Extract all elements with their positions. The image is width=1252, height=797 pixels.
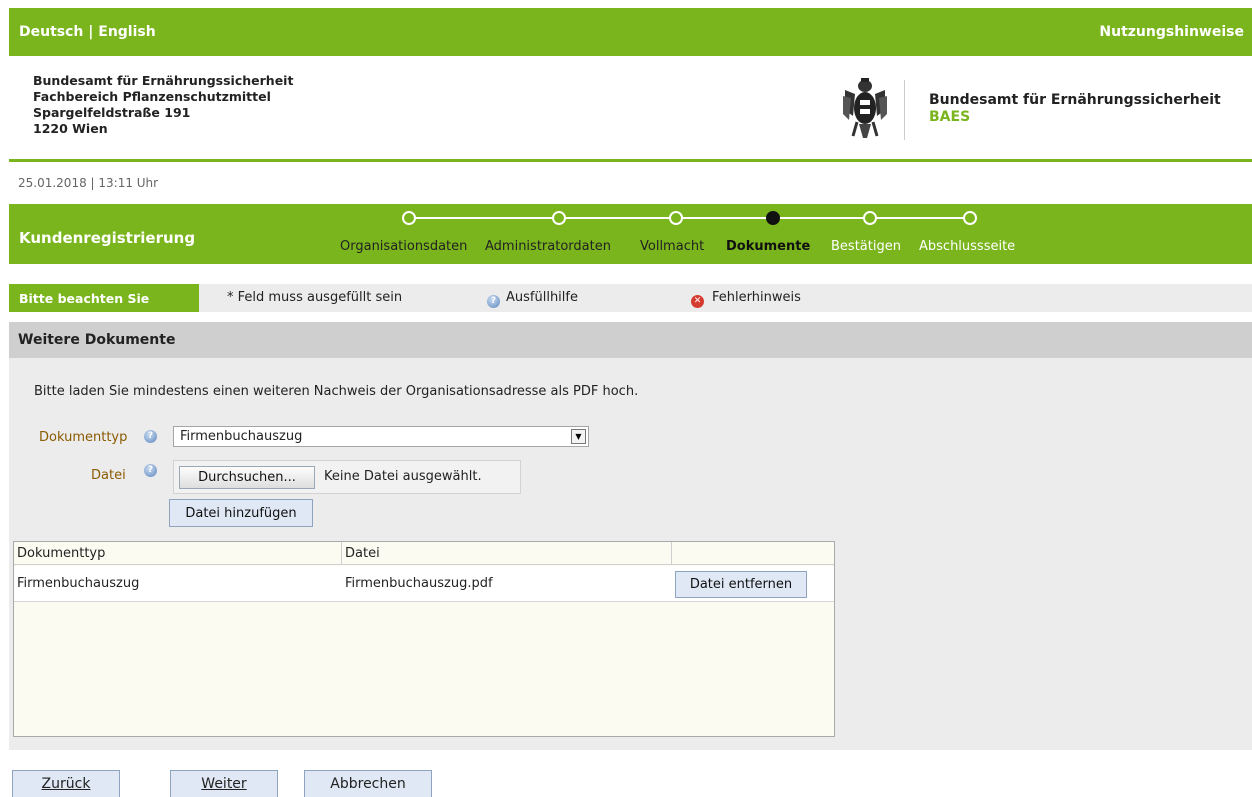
- address-line: 1220 Wien: [33, 121, 108, 136]
- fill-help-legend: ? Ausfüllhilfe: [487, 290, 578, 308]
- row-document-type: Firmenbuchauszug: [17, 576, 140, 591]
- next-button[interactable]: Weiter: [170, 770, 278, 797]
- chevron-down-icon[interactable]: ▼: [571, 429, 586, 444]
- step-connector: [676, 217, 776, 219]
- organization-name: Bundesamt für Ernährungssicherheit BAES: [929, 92, 1221, 126]
- cancel-button-label: Abbrechen: [330, 776, 406, 792]
- document-type-label: Dokumenttyp: [39, 430, 128, 445]
- table-row: Firmenbuchauszug Firmenbuchauszug.pdf Da…: [14, 566, 834, 602]
- next-button-label: Weiter: [201, 776, 247, 792]
- step-connector: [559, 217, 676, 219]
- column-header-actions: [672, 542, 834, 565]
- step-label-abschlussseite: Abschlussseite: [919, 239, 1016, 254]
- file-input[interactable]: Durchsuchen... Keine Datei ausgewählt.: [173, 460, 521, 494]
- browse-button[interactable]: Durchsuchen...: [179, 466, 315, 489]
- address-line: Bundesamt für Ernährungssicherheit: [33, 73, 294, 88]
- step-connector: [776, 217, 870, 219]
- notice-bar: Bitte beachten Sie * Feld muss ausgefüll…: [9, 284, 1252, 312]
- timestamp: 25.01.2018 | 13:11 Uhr: [18, 176, 159, 190]
- step-dot-organisationsdaten: [402, 211, 416, 225]
- step-dot-bestaetigen: [863, 211, 877, 225]
- language-switcher: Deutsch | English: [19, 24, 156, 40]
- lang-deutsch-link[interactable]: Deutsch: [19, 24, 83, 40]
- lang-separator: |: [88, 24, 94, 40]
- step-label-dokumente: Dokumente: [726, 239, 811, 254]
- lang-english-link[interactable]: English: [98, 24, 155, 40]
- org-full-name: Bundesamt für Ernährungssicherheit: [929, 92, 1221, 108]
- step-label-vollmacht: Vollmacht: [640, 239, 705, 254]
- no-file-selected-text: Keine Datei ausgewählt.: [324, 469, 482, 484]
- step-label-bestaetigen: Bestätigen: [831, 239, 901, 254]
- step-label-organisationsdaten: Organisationsdaten: [340, 239, 468, 254]
- help-icon: ?: [487, 295, 500, 308]
- step-dot-abschlussseite: [963, 211, 977, 225]
- step-label-administratordaten: Administratordaten: [485, 239, 611, 254]
- table-header: Dokumenttyp Datei: [14, 542, 834, 565]
- step-dot-administratordaten: [552, 211, 566, 225]
- registration-progress-bar: Kundenregistrierung Organisationsdaten A…: [9, 204, 1252, 264]
- header: Bundesamt für Ernährungssicherheit Fachb…: [9, 56, 1252, 162]
- step-connector: [409, 217, 559, 219]
- coat-of-arms-icon: [843, 78, 887, 138]
- process-title: Kundenregistrierung: [19, 229, 196, 247]
- document-type-select[interactable]: Firmenbuchauszug ▼: [173, 426, 589, 447]
- documents-panel: Weitere Dokumente Bitte laden Sie mindes…: [9, 322, 1252, 750]
- row-file-name: Firmenbuchauszug.pdf: [345, 576, 493, 591]
- step-connector: [870, 217, 970, 219]
- panel-instructions: Bitte laden Sie mindestens einen weitere…: [34, 384, 639, 399]
- documents-table: Dokumenttyp Datei Firmenbuchauszug Firme…: [13, 541, 835, 737]
- remove-file-button[interactable]: Datei entfernen: [675, 571, 807, 598]
- fill-help-text: Ausfüllhilfe: [506, 290, 578, 305]
- file-label: Datei: [91, 468, 126, 483]
- panel-title: Weitere Dokumente: [9, 322, 1252, 358]
- required-field-note: * Feld muss ausgefüllt sein: [227, 290, 403, 305]
- usage-notes-link[interactable]: Nutzungshinweise: [1099, 24, 1244, 40]
- notice-label: Bitte beachten Sie: [9, 284, 199, 312]
- step-dot-vollmacht: [669, 211, 683, 225]
- address-line: Spargelfeldstraße 191: [33, 105, 191, 120]
- org-abbreviation: BAES: [929, 109, 971, 125]
- file-help-icon[interactable]: ?: [144, 464, 157, 477]
- error-hint-legend: ✕ Fehlerhinweis: [691, 290, 801, 308]
- error-hint-text: Fehlerhinweis: [712, 290, 801, 305]
- address-block: Bundesamt für Ernährungssicherheit Fachb…: [33, 73, 293, 137]
- column-header-document-type: Dokumenttyp: [14, 542, 342, 565]
- column-header-file: Datei: [342, 542, 672, 565]
- logo-divider: [904, 80, 905, 140]
- step-dot-dokumente: [766, 211, 780, 225]
- address-line: Fachbereich Pflanzenschutzmittel: [33, 89, 271, 104]
- back-button[interactable]: Zurück: [12, 770, 120, 797]
- document-type-help-icon[interactable]: ?: [144, 430, 157, 443]
- error-icon: ✕: [691, 295, 704, 308]
- top-bar: Deutsch | English Nutzungshinweise: [9, 8, 1252, 56]
- cancel-button[interactable]: Abbrechen: [304, 770, 432, 797]
- document-type-selected-value: Firmenbuchauszug: [180, 429, 303, 444]
- back-button-label: Zurück: [41, 776, 91, 792]
- add-file-button[interactable]: Datei hinzufügen: [169, 499, 313, 527]
